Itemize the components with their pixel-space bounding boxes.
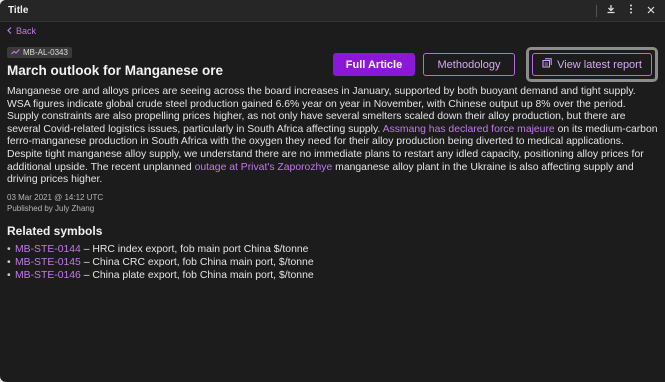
symbol-description: – HRC index export, fob main port China … <box>80 243 309 255</box>
article-heading: MB-AL-0343 March outlook for Manganese o… <box>7 42 333 78</box>
close-icon[interactable] <box>645 5 657 17</box>
back-label: Back <box>16 26 37 36</box>
download-icon[interactable] <box>605 4 617 17</box>
list-item: MB-STE-0145 – China CRC export, fob Chin… <box>7 256 658 269</box>
list-item: MB-STE-0144 – HRC index export, fob main… <box>7 243 658 256</box>
more-vertical-icon[interactable] <box>625 4 637 17</box>
title-bar: Title <box>0 0 665 22</box>
back-link[interactable]: Back <box>7 26 36 36</box>
trend-line-icon <box>11 48 20 57</box>
symbol-link[interactable]: MB-STE-0144 <box>15 244 81 255</box>
article-content: MB-AL-0343 March outlook for Manganese o… <box>0 42 665 282</box>
symbol-description: – China CRC export, fob China main port,… <box>80 256 314 268</box>
view-latest-report-label: View latest report <box>557 58 642 71</box>
list-item: MB-STE-0146 – China plate export, fob Ch… <box>7 269 658 282</box>
title-bar-divider <box>596 4 597 17</box>
article-actions: Full Article Methodology View latest rep… <box>333 47 658 82</box>
view-latest-report-button[interactable]: View latest report <box>532 53 652 76</box>
title-bar-actions <box>596 4 657 17</box>
methodology-button[interactable]: Methodology <box>423 53 515 76</box>
symbol-description: – China plate export, fob China main por… <box>80 269 314 281</box>
article-tag: MB-AL-0343 <box>7 47 72 58</box>
app-window: Title Back MB-AL-0343 March outlook for … <box>0 0 665 382</box>
article-author: Published by July Zhang <box>7 203 95 213</box>
related-symbols-list: MB-STE-0144 – HRC index export, fob main… <box>7 243 658 282</box>
article-headline: March outlook for Manganese ore <box>7 63 224 78</box>
full-article-button[interactable]: Full Article <box>333 53 415 76</box>
article-date: 03 Mar 2021 @ 14:12 UTC <box>7 192 104 202</box>
back-bar: Back <box>0 22 665 40</box>
related-symbols-title: Related symbols <box>7 223 103 238</box>
report-button-highlight: View latest report <box>526 47 658 82</box>
article-code: MB-AL-0343 <box>23 48 68 57</box>
article-header: MB-AL-0343 March outlook for Manganese o… <box>7 42 658 82</box>
assmang-force-majeure-link[interactable]: Assmang has declared force majeure <box>383 124 555 135</box>
article-body: Manganese ore and alloys prices are seei… <box>7 86 658 187</box>
report-icon <box>542 58 552 71</box>
privat-zaporozhye-outage-link[interactable]: outage at Privat's Zaporozhye <box>195 162 333 173</box>
article-meta: 03 Mar 2021 @ 14:12 UTC Published by Jul… <box>7 192 658 214</box>
chevron-left-icon <box>7 26 12 36</box>
symbol-link[interactable]: MB-STE-0145 <box>15 257 81 268</box>
symbol-link[interactable]: MB-STE-0146 <box>15 270 81 281</box>
window-title: Title <box>8 5 29 16</box>
